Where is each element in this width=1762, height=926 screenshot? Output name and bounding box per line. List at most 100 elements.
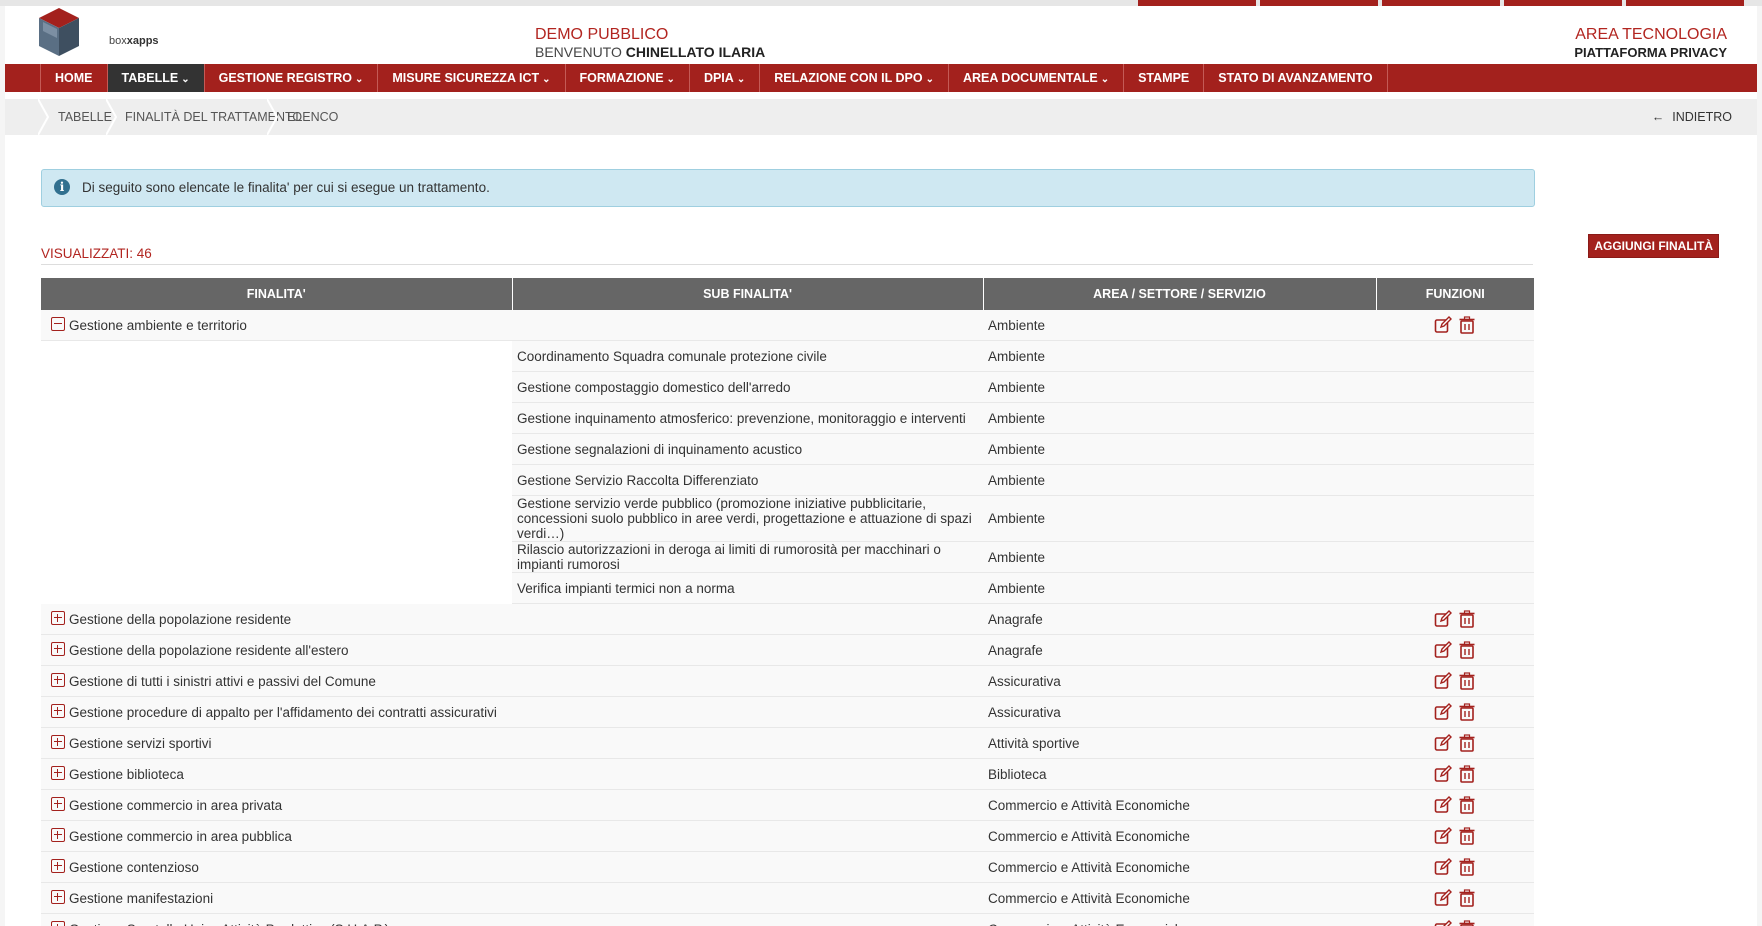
minus-square-icon[interactable] xyxy=(51,317,65,331)
table-header-row: FINALITA' SUB FINALITA' AREA / SETTORE /… xyxy=(41,278,1534,310)
nav-item-formazione[interactable]: FORMAZIONE ⌄ xyxy=(564,64,689,92)
nav-item-misure-sicurezza-ict[interactable]: MISURE SICUREZZA ICT ⌄ xyxy=(377,64,564,92)
breadcrumb-separator xyxy=(267,99,279,135)
trash-icon[interactable] xyxy=(1458,316,1476,334)
plus-square-icon[interactable] xyxy=(51,704,65,718)
trash-icon[interactable] xyxy=(1458,796,1476,814)
table-row: Gestione servizi sportivi Attività sporti… xyxy=(41,727,1534,759)
sub-row: Gestione servizio verde pubblico (promoz… xyxy=(41,495,1534,542)
edit-icon[interactable] xyxy=(1434,765,1452,783)
edit-icon[interactable] xyxy=(1434,610,1452,628)
functions-cell xyxy=(1376,495,1534,542)
edit-icon[interactable] xyxy=(1434,641,1452,659)
chevron-down-icon: ⌄ xyxy=(925,74,934,85)
column-header-finalita[interactable]: FINALITA' xyxy=(41,278,513,310)
column-header-area[interactable]: AREA / SETTORE / SERVIZIO xyxy=(983,278,1377,310)
nav-item-tabelle[interactable]: TABELLE ⌄ xyxy=(106,64,204,92)
boxxapps-logo[interactable]: boxxapps xyxy=(39,8,159,64)
nav-item-label: AREA DOCUMENTALE xyxy=(962,71,1098,85)
area-cell: Ambiente xyxy=(983,495,1376,542)
edit-icon[interactable] xyxy=(1434,703,1452,721)
edit-icon[interactable] xyxy=(1434,858,1452,876)
plus-square-icon[interactable] xyxy=(51,766,65,780)
nav-item-relazione-con-il-dpo[interactable]: RELAZIONE CON IL DPO ⌄ xyxy=(759,64,948,92)
finalita-label: Gestione Sportello Unico Attività Produt… xyxy=(69,922,389,926)
functions-cell xyxy=(1376,882,1534,914)
sub-finalita-label: Gestione Servizio Raccolta Differenziato xyxy=(517,472,759,488)
area-cell: Biblioteca xyxy=(983,758,1376,790)
nav-item-stampe[interactable]: STAMPE xyxy=(1123,64,1203,92)
sub-finalita-cell xyxy=(512,758,983,790)
plus-square-icon[interactable] xyxy=(51,921,65,926)
functions-cell xyxy=(1376,665,1534,697)
nav-item-label: TABELLE xyxy=(121,71,179,85)
plus-square-icon[interactable] xyxy=(51,642,65,656)
sub-row: Gestione segnalazioni di inquinamento ac… xyxy=(41,433,1534,465)
functions-cell xyxy=(1376,402,1534,434)
column-header-sub-finalita[interactable]: SUB FINALITA' xyxy=(512,278,984,310)
back-button[interactable]: ← INDIETRO xyxy=(1652,99,1732,135)
sub-row: Rilascio autorizzazioni in deroga ai lim… xyxy=(41,541,1534,573)
edit-icon[interactable] xyxy=(1434,889,1452,907)
edit-icon[interactable] xyxy=(1434,672,1452,690)
plus-square-icon[interactable] xyxy=(51,828,65,842)
info-text: Di seguito sono elencate le finalita' pe… xyxy=(82,180,490,195)
plus-square-icon[interactable] xyxy=(51,673,65,687)
area-cell: Ambiente xyxy=(983,371,1376,403)
platform-title: PIATTAFORMA PRIVACY xyxy=(1574,45,1727,60)
nav-item-dpia[interactable]: DPIA ⌄ xyxy=(688,64,759,92)
plus-square-icon[interactable] xyxy=(51,797,65,811)
table-row: Gestione ambiente e territorio Ambiente xyxy=(41,310,1534,341)
area-cell: Assicurativa xyxy=(983,696,1376,728)
edit-icon[interactable] xyxy=(1434,796,1452,814)
nav-item-home[interactable]: HOME xyxy=(40,64,107,92)
trash-icon[interactable] xyxy=(1458,858,1476,876)
finalita-cell: Gestione Sportello Unico Attività Produt… xyxy=(41,913,512,926)
trash-icon[interactable] xyxy=(1458,672,1476,690)
nav-item-gestione-registro[interactable]: GESTIONE REGISTRO ⌄ xyxy=(203,64,378,92)
finalita-table: FINALITA' SUB FINALITA' AREA / SETTORE /… xyxy=(41,278,1534,926)
sub-finalita-label: Coordinamento Squadra comunale protezion… xyxy=(517,348,827,364)
finalita-cell: Gestione di tutti i sinistri attivi e pa… xyxy=(41,665,512,697)
finalita-label: Gestione manifestazioni xyxy=(69,891,214,906)
sub-finalita-cell: Verifica impianti termici non a norma xyxy=(512,572,983,604)
sub-finalita-cell xyxy=(512,789,983,821)
area-cell: Commercio e Attività Economiche xyxy=(983,882,1376,914)
plus-square-icon[interactable] xyxy=(51,859,65,873)
functions-cell xyxy=(1376,310,1534,341)
trash-icon[interactable] xyxy=(1458,765,1476,783)
trash-icon[interactable] xyxy=(1458,889,1476,907)
area-cell: Attività sportive xyxy=(983,727,1376,759)
finalita-label: Gestione della popolazione residente all… xyxy=(69,643,349,658)
trash-icon[interactable] xyxy=(1458,827,1476,845)
logo-text: boxxapps xyxy=(109,35,159,47)
sub-finalita-cell xyxy=(512,634,983,666)
cube-logo-icon xyxy=(39,8,79,56)
nav-item-label: RELAZIONE CON IL DPO xyxy=(774,71,923,85)
trash-icon[interactable] xyxy=(1458,920,1476,926)
edit-icon[interactable] xyxy=(1434,920,1452,926)
edit-icon[interactable] xyxy=(1434,827,1452,845)
plus-square-icon[interactable] xyxy=(51,735,65,749)
area-cell: Commercio e Attività Economiche xyxy=(983,851,1376,883)
page: boxxapps DEMO PUBBLICO BENVENUTO CHINELL… xyxy=(5,6,1757,926)
breadcrumb-item-tabelle[interactable]: TABELLE xyxy=(58,99,112,135)
nav-item-area-documentale[interactable]: AREA DOCUMENTALE ⌄ xyxy=(947,64,1123,92)
trash-icon[interactable] xyxy=(1458,734,1476,752)
nav-item-stato-di-avanzamento[interactable]: STATO DI AVANZAMENTO xyxy=(1203,64,1388,92)
finalita-cell: Gestione commercio in area privata xyxy=(41,789,512,821)
edit-icon[interactable] xyxy=(1434,734,1452,752)
divider xyxy=(41,264,1533,265)
finalita-label: Gestione commercio in area privata xyxy=(69,798,283,813)
edit-icon[interactable] xyxy=(1434,316,1452,334)
sub-finalita-cell xyxy=(512,913,983,926)
plus-square-icon[interactable] xyxy=(51,610,65,625)
finalita-cell: Gestione servizi sportivi xyxy=(41,727,512,759)
add-finalita-button[interactable]: AGGIUNGI FINALITÀ xyxy=(1588,234,1719,258)
functions-cell xyxy=(1376,340,1534,372)
plus-square-icon[interactable] xyxy=(51,890,65,904)
trash-icon[interactable] xyxy=(1458,610,1476,628)
trash-icon[interactable] xyxy=(1458,641,1476,659)
trash-icon[interactable] xyxy=(1458,703,1476,721)
area-cell: Ambiente xyxy=(983,402,1376,434)
